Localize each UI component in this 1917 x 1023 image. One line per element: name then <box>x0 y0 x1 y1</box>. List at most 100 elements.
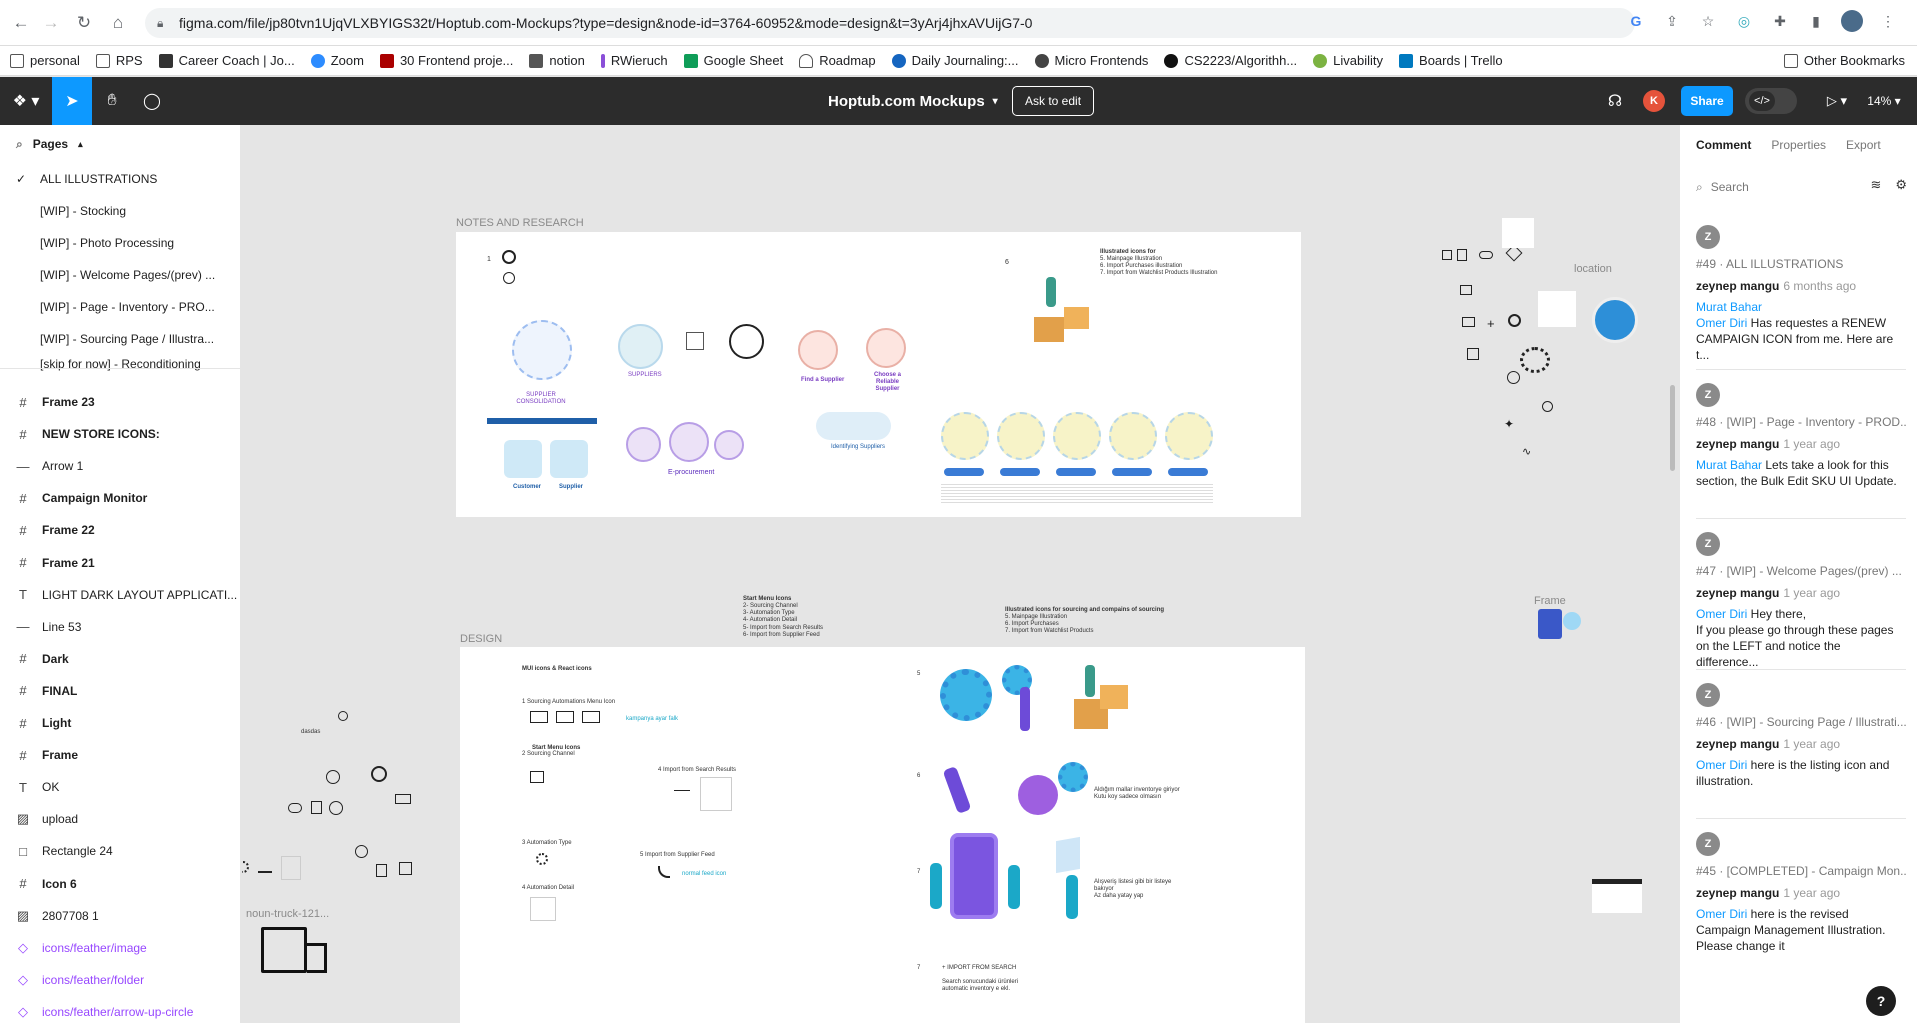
mention-link[interactable]: Omer Diri <box>1696 758 1747 772</box>
bookmark-item[interactable]: Micro Frontends <box>1034 53 1148 68</box>
search-icon[interactable]: ⌕ <box>16 137 23 152</box>
icon-card[interactable] <box>281 856 301 880</box>
home-icon[interactable]: ⌂ <box>107 12 129 34</box>
layer-item[interactable]: # FINAL <box>0 675 240 707</box>
icon-card[interactable] <box>1538 291 1576 327</box>
bookmark-item[interactable]: RPS <box>95 53 143 68</box>
bookmark-item[interactable]: 30 Frontend proje... <box>379 53 513 68</box>
other-bookmarks[interactable]: Other Bookmarks <box>1783 53 1905 68</box>
bookmark-item[interactable]: personal <box>10 53 80 68</box>
file-name[interactable]: Hoptub.com Mockups ▾ <box>828 77 998 125</box>
layer-item[interactable]: ◇ icons/feather/arrow-up-circle <box>0 996 240 1023</box>
layer-item[interactable]: # Frame <box>0 739 240 771</box>
scatter-icon[interactable] <box>371 766 387 782</box>
user-avatar[interactable]: K <box>1643 90 1665 112</box>
icon-card[interactable] <box>1502 218 1534 248</box>
hand-tool-icon[interactable]: ✋︎ <box>92 77 132 125</box>
gears-icon[interactable] <box>1520 347 1550 373</box>
comment-thread[interactable]: Z #48 · [WIP] - Page - Inventory - PROD..… <box>1696 383 1906 489</box>
bookmark-item[interactable]: CS2223/Algorithh... <box>1164 53 1297 68</box>
forward-icon[interactable]: → <box>40 12 62 34</box>
layer-item[interactable]: # Frame 21 <box>0 547 240 579</box>
layer-item[interactable]: # NEW STORE ICONS: <box>0 418 240 450</box>
bookmark-star-icon[interactable]: ☆ <box>1697 10 1719 32</box>
puzzle-icon[interactable]: ✚ <box>1769 10 1791 32</box>
mention-link[interactable]: Omer Diri <box>1696 607 1747 621</box>
layer-item[interactable]: □ Rectangle 24 <box>0 835 240 867</box>
layer-item[interactable]: — Line 53 <box>0 611 240 643</box>
page-item[interactable]: ✓ ALL ILLUSTRATIONS <box>0 163 240 195</box>
layer-item[interactable]: ◇ icons/feather/image <box>0 932 240 964</box>
bookmark-item[interactable]: Daily Journaling:... <box>891 53 1019 68</box>
layer-item[interactable]: ◇ icons/feather/folder <box>0 964 240 996</box>
layer-item[interactable]: T OK <box>0 771 240 803</box>
text-layer[interactable]: dasdas <box>301 729 320 736</box>
truck-layer-label[interactable]: noun-truck-121... <box>246 908 329 920</box>
plus-icon[interactable]: + <box>1487 316 1495 331</box>
present-icon[interactable]: ▷ ▾ <box>1820 77 1854 125</box>
bookmark-item[interactable]: Google Sheet <box>683 53 783 68</box>
layer-item[interactable]: T LIGHT DARK LAYOUT APPLICATI... <box>0 579 240 611</box>
move-tool-icon[interactable]: ➤ <box>52 77 92 125</box>
phone-icon-illustration[interactable] <box>1538 609 1562 639</box>
mention-link[interactable]: Omer Diri <box>1696 316 1747 330</box>
zoom-level[interactable]: 14% ▾ <box>1858 77 1910 125</box>
tab-comment[interactable]: Comment <box>1696 138 1751 152</box>
page-item[interactable]: [WIP] - Page - Inventory - PRO... <box>0 291 240 323</box>
hub-icon[interactable] <box>326 770 340 784</box>
settings-icon[interactable]: ⚙ <box>1895 177 1907 193</box>
share-button[interactable]: Share <box>1681 86 1733 116</box>
search-gear-icon[interactable] <box>329 801 343 815</box>
page-item[interactable]: [WIP] - Photo Processing <box>0 227 240 259</box>
search-gear-icon[interactable] <box>1507 371 1520 384</box>
bookmark-item[interactable]: Livability <box>1313 53 1383 68</box>
link-icon[interactable] <box>1479 251 1493 259</box>
bookmark-item[interactable]: Zoom <box>310 53 364 68</box>
comment-tool-icon[interactable]: ◯ <box>132 77 172 125</box>
design-canvas[interactable]: NOTES AND RESEARCH 1 SUPPLIER CONSOLIDAT… <box>242 125 1679 1023</box>
truck-icon[interactable] <box>395 794 411 804</box>
mention-link[interactable]: Murat Bahar <box>1696 458 1762 472</box>
share-page-icon[interactable]: ⇪ <box>1661 10 1683 32</box>
search-globe-icon[interactable] <box>355 845 368 858</box>
link-icon[interactable] <box>288 803 302 813</box>
page-item[interactable]: [WIP] - Sourcing Page / Illustra... <box>0 323 240 355</box>
layer-item[interactable]: ▨ upload <box>0 803 240 835</box>
help-button[interactable]: ? <box>1866 986 1896 1016</box>
headphones-icon[interactable]: ☊ <box>1600 77 1630 125</box>
bookmark-item[interactable]: Boards | Trello <box>1399 53 1503 68</box>
store-icon[interactable] <box>1462 317 1475 327</box>
bookmark-item[interactable]: Roadmap <box>799 53 876 68</box>
address-bar[interactable]: 🔒︎ figma.com/file/jp80tvn1UjqVLXBYIGS32t… <box>145 8 1635 38</box>
layer-item[interactable]: # Frame 23 <box>0 386 240 418</box>
bookmark-item[interactable]: notion <box>529 53 585 68</box>
document-add-icon[interactable] <box>1457 249 1467 261</box>
mention-link[interactable]: Murat Bahar <box>1696 300 1762 314</box>
truck-illustration[interactable] <box>261 927 307 973</box>
canvas-scrollbar[interactable] <box>1670 385 1675 471</box>
back-icon[interactable]: ← <box>10 12 32 34</box>
layer-item[interactable]: ▨ 2807708 1 <box>0 900 240 932</box>
extension-icon[interactable]: ◎ <box>1733 10 1755 32</box>
google-icon[interactable]: G <box>1625 10 1647 32</box>
comment-thread[interactable]: Z #45 · [COMPLETED] - Campaign Mon... zeyn… <box>1696 832 1906 954</box>
page-item[interactable]: [WIP] - Welcome Pages/(prev) ... <box>0 259 240 291</box>
frame-label[interactable]: Frame <box>1534 595 1566 607</box>
page-item[interactable]: [WIP] - Stocking <box>0 195 240 227</box>
frame-label-notes[interactable]: NOTES AND RESEARCH <box>456 217 584 229</box>
frame-label-design[interactable]: DESIGN <box>460 633 502 645</box>
layer-item[interactable]: # Icon 6 <box>0 868 240 900</box>
design-frame[interactable]: MUI icons & React icons 1 Sourcing Autom… <box>460 647 1305 1023</box>
copy-icon[interactable] <box>399 862 412 875</box>
comment-thread[interactable]: Z #49 · ALL ILLUSTRATIONS zeynep mangu 6 mo… <box>1696 225 1906 363</box>
storefront-icon[interactable] <box>1467 348 1479 360</box>
scatter-icon[interactable] <box>338 711 348 721</box>
sparkle-icon[interactable]: ✦ <box>1504 417 1514 431</box>
chart-icon[interactable]: ∿ <box>1522 445 1531 458</box>
mention-link[interactable]: Omer Diri <box>1696 907 1747 921</box>
location-globe-illustration[interactable] <box>1592 297 1638 343</box>
ask-to-edit-button[interactable]: Ask to edit <box>1012 86 1095 116</box>
folder-icon[interactable] <box>1460 285 1472 295</box>
document-icon[interactable] <box>376 864 387 877</box>
notes-research-frame[interactable]: 1 SUPPLIER CONSOLIDATION SUPPLIERS Find … <box>456 232 1301 517</box>
